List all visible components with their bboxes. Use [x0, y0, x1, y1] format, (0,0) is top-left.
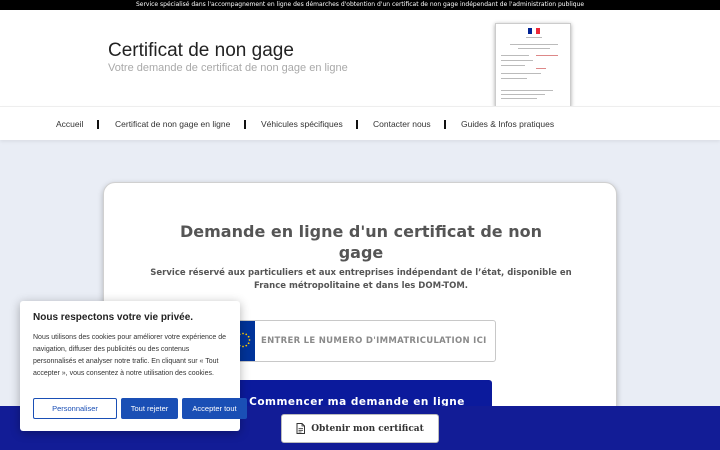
- nav-item-guides[interactable]: Guides & Infos pratiques: [461, 107, 554, 141]
- cookie-reject-button[interactable]: Tout rejeter: [121, 398, 178, 419]
- form-subtitle: Service réservé aux particuliers et aux …: [150, 268, 572, 291]
- certificate-document-image: [495, 23, 571, 107]
- obtain-certificate-label: Obtenir mon certificat: [311, 423, 424, 434]
- site-title[interactable]: Certificat de non gage: [108, 40, 294, 62]
- nav-separator: [244, 120, 246, 129]
- document-icon: [296, 423, 306, 434]
- top-info-text: Service spécialisé dans l'accompagnement…: [135, 1, 585, 8]
- nav-item-contact[interactable]: Contacter nous: [373, 107, 431, 141]
- cookie-title: Nous respectons votre vie privée.: [33, 312, 194, 323]
- license-plate-input[interactable]: [261, 321, 493, 361]
- cookie-text: Nous utilisons des cookies pour améliore…: [33, 334, 226, 377]
- site-header: Certificat de non gage Votre demande de …: [0, 10, 720, 107]
- cookie-accept-button[interactable]: Accepter tout: [182, 398, 247, 419]
- cookie-customize-button[interactable]: Personnaliser: [33, 398, 117, 419]
- nav-separator: [97, 120, 99, 129]
- obtain-certificate-button[interactable]: Obtenir mon certificat: [281, 414, 439, 443]
- top-info-bar: Service spécialisé dans l'accompagnement…: [0, 0, 720, 10]
- form-title: Demande en ligne d'un certificat de non …: [180, 222, 542, 262]
- license-plate-field: [230, 320, 496, 362]
- nav-separator: [356, 120, 358, 129]
- nav-item-certificat[interactable]: Certificat de non gage en ligne: [115, 107, 230, 141]
- cookie-consent-dialog: Nous respectons votre vie privée. Nous u…: [20, 301, 247, 431]
- french-flag-icon: [528, 28, 540, 34]
- nav-item-vehicules[interactable]: Véhicules spécifiques: [261, 107, 343, 141]
- site-tagline: Votre demande de certificat de non gage …: [108, 62, 348, 74]
- nav-separator: [444, 120, 446, 129]
- main-navigation: Accueil Certificat de non gage en ligne …: [0, 106, 720, 140]
- nav-item-accueil[interactable]: Accueil: [56, 107, 83, 141]
